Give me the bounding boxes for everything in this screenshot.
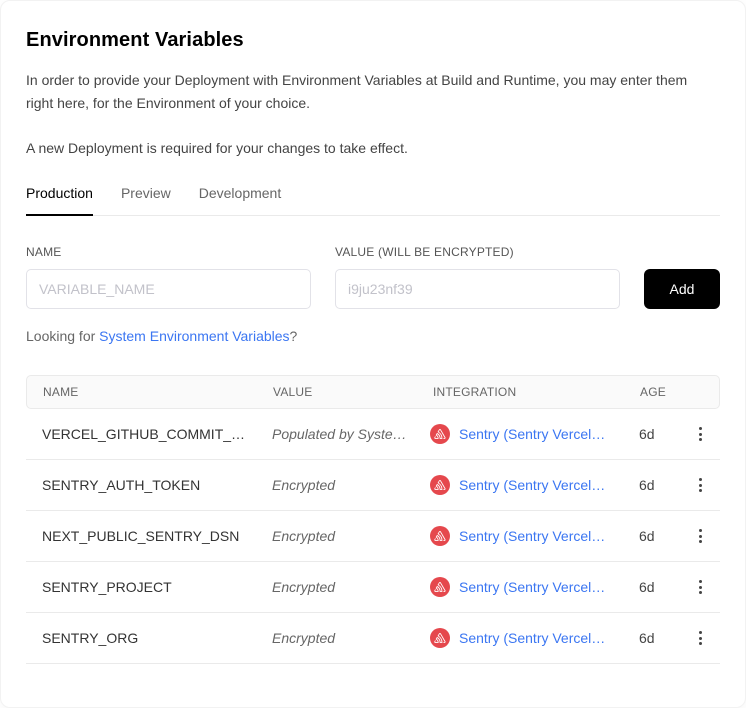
- integration-cell: Sentry (Sentry Vercel…: [416, 475, 623, 495]
- name-field-group: NAME: [26, 245, 311, 309]
- row-menu-button[interactable]: [693, 523, 708, 549]
- variable-name: VERCEL_GITHUB_COMMIT_…: [26, 426, 256, 442]
- env-table-body: VERCEL_GITHUB_COMMIT_… Populated by Syst…: [26, 409, 720, 664]
- variable-age: 6d: [623, 477, 680, 493]
- tab-production[interactable]: Production: [26, 185, 93, 216]
- variable-age: 6d: [623, 630, 680, 646]
- sentry-icon: [430, 577, 450, 597]
- table-row: SENTRY_ORG Encrypted Sentry (Sentry Verc…: [26, 613, 720, 664]
- table-row: SENTRY_AUTH_TOKEN Encrypted Sentry (Sent…: [26, 460, 720, 511]
- sentry-icon: [430, 628, 450, 648]
- variable-age: 6d: [623, 426, 680, 442]
- environment-tabs: Production Preview Development: [26, 185, 720, 216]
- sentry-icon: [430, 475, 450, 495]
- variable-name: SENTRY_ORG: [26, 630, 256, 646]
- page-description: In order to provide your Deployment with…: [26, 69, 706, 115]
- header-name: NAME: [27, 385, 257, 399]
- variable-value: Encrypted: [256, 528, 416, 544]
- variable-name: SENTRY_PROJECT: [26, 579, 256, 595]
- integration-link[interactable]: Sentry (Sentry Vercel…: [459, 477, 605, 493]
- value-label: VALUE (WILL BE ENCRYPTED): [335, 245, 620, 259]
- integration-link[interactable]: Sentry (Sentry Vercel…: [459, 426, 605, 442]
- kebab-menu-icon: [699, 529, 702, 532]
- variable-value: Populated by Syste…: [256, 426, 416, 442]
- add-variable-form: NAME VALUE (WILL BE ENCRYPTED) Add: [26, 245, 720, 309]
- header-age: AGE: [624, 385, 679, 399]
- add-button[interactable]: Add: [644, 269, 720, 309]
- kebab-menu-icon: [699, 427, 702, 430]
- env-table-header: NAME VALUE INTEGRATION AGE: [26, 375, 720, 409]
- variable-value: Encrypted: [256, 477, 416, 493]
- integration-cell: Sentry (Sentry Vercel…: [416, 526, 623, 546]
- integration-cell: Sentry (Sentry Vercel…: [416, 577, 623, 597]
- actions-cell: [680, 523, 720, 549]
- header-value: VALUE: [257, 385, 417, 399]
- system-env-hint: Looking for System Environment Variables…: [26, 328, 720, 344]
- variable-value-input[interactable]: [335, 269, 620, 309]
- name-label: NAME: [26, 245, 311, 259]
- row-menu-button[interactable]: [693, 574, 708, 600]
- actions-cell: [680, 625, 720, 651]
- kebab-menu-icon: [699, 478, 702, 481]
- table-row: NEXT_PUBLIC_SENTRY_DSN Encrypted Sentry …: [26, 511, 720, 562]
- tab-preview[interactable]: Preview: [121, 185, 171, 216]
- table-row: VERCEL_GITHUB_COMMIT_… Populated by Syst…: [26, 409, 720, 460]
- variable-age: 6d: [623, 528, 680, 544]
- tab-development[interactable]: Development: [199, 185, 282, 216]
- kebab-menu-icon: [699, 580, 702, 583]
- variable-name: SENTRY_AUTH_TOKEN: [26, 477, 256, 493]
- deployment-note: A new Deployment is required for your ch…: [26, 137, 720, 160]
- environment-variables-panel: Environment Variables In order to provid…: [0, 0, 746, 708]
- actions-cell: [680, 574, 720, 600]
- actions-cell: [680, 472, 720, 498]
- sentry-icon: [430, 424, 450, 444]
- system-env-variables-link[interactable]: System Environment Variables: [99, 328, 289, 344]
- variable-age: 6d: [623, 579, 680, 595]
- variable-name-input[interactable]: [26, 269, 311, 309]
- integration-link[interactable]: Sentry (Sentry Vercel…: [459, 630, 605, 646]
- value-field-group: VALUE (WILL BE ENCRYPTED): [335, 245, 620, 309]
- header-integration: INTEGRATION: [417, 385, 624, 399]
- page-title: Environment Variables: [26, 29, 720, 52]
- row-menu-button[interactable]: [693, 625, 708, 651]
- table-row: SENTRY_PROJECT Encrypted Sentry (Sentry …: [26, 562, 720, 613]
- integration-cell: Sentry (Sentry Vercel…: [416, 424, 623, 444]
- variable-value: Encrypted: [256, 630, 416, 646]
- row-menu-button[interactable]: [693, 472, 708, 498]
- kebab-menu-icon: [699, 631, 702, 634]
- integration-link[interactable]: Sentry (Sentry Vercel…: [459, 528, 605, 544]
- variable-value: Encrypted: [256, 579, 416, 595]
- actions-cell: [680, 421, 720, 447]
- env-table: NAME VALUE INTEGRATION AGE VERCEL_GITHUB…: [26, 375, 720, 664]
- sentry-icon: [430, 526, 450, 546]
- hint-prefix: Looking for: [26, 328, 99, 344]
- hint-suffix: ?: [290, 328, 298, 344]
- variable-name: NEXT_PUBLIC_SENTRY_DSN: [26, 528, 256, 544]
- integration-link[interactable]: Sentry (Sentry Vercel…: [459, 579, 605, 595]
- integration-cell: Sentry (Sentry Vercel…: [416, 628, 623, 648]
- row-menu-button[interactable]: [693, 421, 708, 447]
